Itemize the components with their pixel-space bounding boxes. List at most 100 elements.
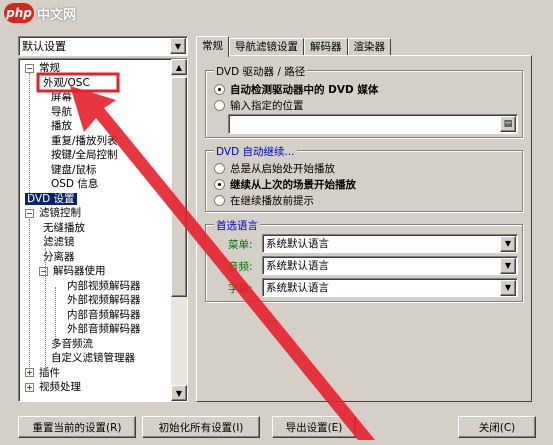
radio-resume-last[interactable]: 继续从上次的场景开始播放 xyxy=(214,177,356,192)
collapse-icon[interactable]: − xyxy=(25,208,34,218)
radio-resume-prompt-label: 在继续播放前提示 xyxy=(230,195,314,207)
scroll-down-icon[interactable]: ▼ xyxy=(171,385,187,401)
tree-item-label: 自定义滤镜管理器 xyxy=(51,352,135,364)
tree-item-decoder-usage[interactable]: − 解码器使用 xyxy=(39,265,108,277)
radio-manual-path[interactable]: 输入指定的位置 xyxy=(214,98,304,113)
tab-renderers[interactable]: 渲染器 xyxy=(347,38,391,56)
audio-language-select[interactable]: 系统默认语言 ▼ xyxy=(262,256,518,275)
tree-item-label: 解码器使用 xyxy=(53,265,106,277)
radio-auto-detect[interactable]: 自动检测驱动器中的 DVD 媒体 xyxy=(214,82,378,97)
preset-select[interactable]: 默认设置 ▼ xyxy=(18,36,188,56)
chevron-down-icon[interactable]: ▼ xyxy=(170,38,186,54)
tree-item-osd-info[interactable]: OSD 信息 xyxy=(49,178,100,190)
radio-unselected-icon[interactable] xyxy=(214,195,225,206)
radio-manual-path-label: 输入指定的位置 xyxy=(230,100,304,112)
folder-browse-icon[interactable]: ▤ xyxy=(500,116,516,132)
tree-item-label: 外部音频解码器 xyxy=(67,323,141,335)
dvd-resume-group: DVD 自动继续... 总是从启始处开始播放 继续从上次的场景开始播放 在继续播… xyxy=(205,144,523,212)
initialize-all-button[interactable]: 初始化所有设置(I) xyxy=(142,416,260,438)
tree-item-filter-control[interactable]: − 滤镜控制 xyxy=(25,207,83,219)
collapse-icon[interactable]: − xyxy=(39,266,48,276)
reset-current-button[interactable]: 重置当前的设置(R) xyxy=(18,416,136,438)
tree-item-appearance-osc[interactable]: 外观/OSC xyxy=(41,77,92,89)
tree-item-label: DVD 设置 xyxy=(25,192,77,205)
dvd-resume-title: DVD 自动继续... xyxy=(214,144,297,159)
settings-tree[interactable]: − 常规 外观/OSC 屏幕 导航 播放 重复/播放列表 按键/全局控制 键盘/鼠标 OSD 信息… xyxy=(18,58,188,402)
collapse-icon[interactable]: − xyxy=(25,63,34,73)
subtitle-language-value: 系统默认语言 xyxy=(266,282,329,294)
tree-item-label: 内部音频解码器 xyxy=(67,308,141,321)
radio-resume-start[interactable]: 总是从启始处开始播放 xyxy=(214,161,335,176)
radio-resume-start-label: 总是从启始处开始播放 xyxy=(230,163,335,175)
scroll-thumb[interactable] xyxy=(171,77,187,297)
tree-item-seamless-playback[interactable]: 无缝播放 xyxy=(41,222,87,234)
tree-item-label: 内部视频解码器 xyxy=(67,279,141,292)
tree-item-plugins[interactable]: + 插件 xyxy=(25,367,62,379)
radio-unselected-icon[interactable] xyxy=(214,100,225,111)
settings-panel: DVD 驱动器 / 路径 自动检测驱动器中的 DVD 媒体 输入指定的位置 ▤ … xyxy=(196,55,532,402)
tree-connector-line xyxy=(55,287,56,349)
tree-item-dvd-settings[interactable]: DVD 设置 xyxy=(25,192,77,205)
scroll-up-icon[interactable]: ▲ xyxy=(171,59,187,75)
tree-item-external-video-decoder[interactable]: 外部视频解码器 xyxy=(65,294,143,306)
dvd-drive-title: DVD 驱动器 / 路径 xyxy=(214,64,308,79)
audio-language-label: 音频: xyxy=(228,261,253,273)
tree-item-label: 分离器 xyxy=(43,250,75,263)
tree-item-label: 视频处理 xyxy=(39,381,81,393)
radio-auto-detect-label: 自动检测驱动器中的 DVD 媒体 xyxy=(230,84,379,96)
close-button[interactable]: 关闭(C) xyxy=(458,416,536,438)
tree-scrollbar[interactable]: ▲ ▼ xyxy=(171,59,187,401)
tree-item-label: 键盘/鼠标 xyxy=(51,163,97,176)
tree-item-video-processing[interactable]: + 视频处理 xyxy=(25,381,83,393)
tree-item-label: 无缝播放 xyxy=(43,221,85,234)
tree-item-playback[interactable]: 播放 xyxy=(49,120,74,132)
tree-item-general[interactable]: − 常规 xyxy=(25,62,62,74)
tree-connector-line xyxy=(45,235,46,375)
tree-item-label: 屏幕 xyxy=(51,91,72,103)
tree-connector-line xyxy=(29,219,30,369)
menu-language-label: 菜单: xyxy=(228,239,253,251)
tree-item-filters[interactable]: 滤滤镜 xyxy=(41,236,77,248)
tree-item-screen[interactable]: 屏幕 xyxy=(49,91,74,103)
dvd-path-input[interactable]: ▤ xyxy=(228,114,518,134)
tree-item-keyboard-mouse[interactable]: 键盘/鼠标 xyxy=(49,164,99,176)
radio-selected-icon[interactable] xyxy=(214,84,225,95)
tree-item-label: 常规 xyxy=(39,62,60,74)
language-title: 首选语言 xyxy=(214,218,260,233)
preset-value: 默认设置 xyxy=(22,40,66,53)
tab-splitter-settings[interactable]: 导航滤镜设置 xyxy=(229,38,304,56)
tree-item-internal-audio-decoder[interactable]: 内部音频解码器 xyxy=(65,309,143,321)
chevron-down-icon[interactable]: ▼ xyxy=(500,235,516,252)
tree-item-label: 重复/播放列表 xyxy=(51,134,118,147)
language-group: 首选语言 菜单: 系统默认语言 ▼ 音频: 系统默认语言 ▼ 字幕: 系统默认语… xyxy=(205,218,523,302)
tree-item-external-audio-decoder[interactable]: 外部音频解码器 xyxy=(65,323,143,335)
tab-general[interactable]: 常规 xyxy=(196,36,229,57)
tree-item-internal-video-decoder[interactable]: 内部视频解码器 xyxy=(65,280,143,292)
dvd-drive-group: DVD 驱动器 / 路径 自动检测驱动器中的 DVD 媒体 输入指定的位置 ▤ xyxy=(205,64,523,138)
subtitle-language-select[interactable]: 系统默认语言 ▼ xyxy=(262,278,518,297)
menu-language-value: 系统默认语言 xyxy=(266,238,329,250)
tree-item-navigation[interactable]: 导航 xyxy=(49,106,74,118)
expand-icon[interactable]: + xyxy=(25,382,34,392)
tree-connector-line xyxy=(29,73,30,203)
php-watermark-logo: php 中文网 xyxy=(4,2,76,24)
tree-item-label: 播放 xyxy=(51,120,72,132)
radio-resume-prompt[interactable]: 在继续播放前提示 xyxy=(214,193,314,208)
chevron-down-icon[interactable]: ▼ xyxy=(500,257,516,274)
tree-item-splitter[interactable]: 分离器 xyxy=(41,251,77,263)
radio-resume-last-label: 继续从上次的场景开始播放 xyxy=(230,179,356,191)
tab-decoders[interactable]: 解码器 xyxy=(304,38,348,56)
tree-item-label: 外观/OSC xyxy=(43,76,90,89)
radio-unselected-icon[interactable] xyxy=(214,163,225,174)
tree-item-label: 滤滤镜 xyxy=(43,236,75,248)
menu-language-select[interactable]: 系统默认语言 ▼ xyxy=(262,234,518,253)
tree-item-repeat-playlist[interactable]: 重复/播放列表 xyxy=(49,135,120,147)
tree-item-custom-filter-manager[interactable]: 自定义滤镜管理器 xyxy=(49,352,137,364)
radio-selected-icon[interactable] xyxy=(214,179,225,190)
tree-item-label: 外部视频解码器 xyxy=(67,294,141,306)
chevron-down-icon[interactable]: ▼ xyxy=(500,279,516,296)
export-settings-button[interactable]: 导出设置(E) xyxy=(272,416,356,438)
tree-item-keys-global[interactable]: 按键/全局控制 xyxy=(49,149,120,161)
watermark-badge: php xyxy=(4,3,34,23)
expand-icon[interactable]: + xyxy=(25,368,34,377)
